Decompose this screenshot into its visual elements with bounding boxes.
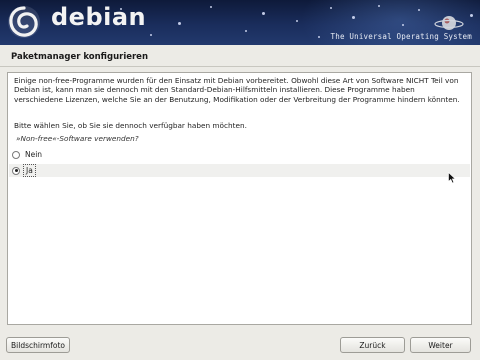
star <box>402 24 404 26</box>
back-button[interactable]: Zurück <box>340 337 405 353</box>
debian-swirl-icon <box>8 6 40 38</box>
star <box>178 22 181 25</box>
star <box>150 34 152 36</box>
title-divider <box>0 66 480 67</box>
mouse-cursor-icon <box>448 172 456 184</box>
prompt-text: Bitte wählen Sie, ob Sie sie dennoch ver… <box>14 121 247 130</box>
next-button[interactable]: Weiter <box>410 337 471 353</box>
star <box>296 20 298 22</box>
content-panel: Einige non-free-Programme wurden für den… <box>7 72 472 325</box>
question-text: »Non-free«-Software verwenden? <box>16 134 139 143</box>
option-ja[interactable]: Ja <box>9 164 470 177</box>
planet-icon <box>434 16 464 30</box>
debian-banner: debian The Universal Operating System <box>0 0 480 45</box>
star <box>378 5 380 7</box>
page-title: Paketmanager konfigurieren <box>11 52 149 62</box>
option-nein[interactable]: Nein <box>9 148 470 161</box>
star <box>318 36 320 38</box>
option-label: Ja <box>23 164 36 177</box>
star <box>418 9 420 11</box>
option-label: Nein <box>25 150 43 159</box>
radio-nein[interactable] <box>12 150 20 159</box>
debian-logo-text: debian <box>51 3 147 31</box>
star <box>330 7 332 9</box>
star <box>245 30 247 32</box>
star <box>210 6 212 8</box>
banner-tagline: The Universal Operating System <box>330 32 472 41</box>
star <box>352 16 355 19</box>
screenshot-button[interactable]: Bildschirmfoto <box>6 337 70 353</box>
radio-ja[interactable] <box>12 166 20 175</box>
star <box>262 12 265 15</box>
star <box>470 14 473 17</box>
description-text: Einige non-free-Programme wurden für den… <box>14 76 460 104</box>
